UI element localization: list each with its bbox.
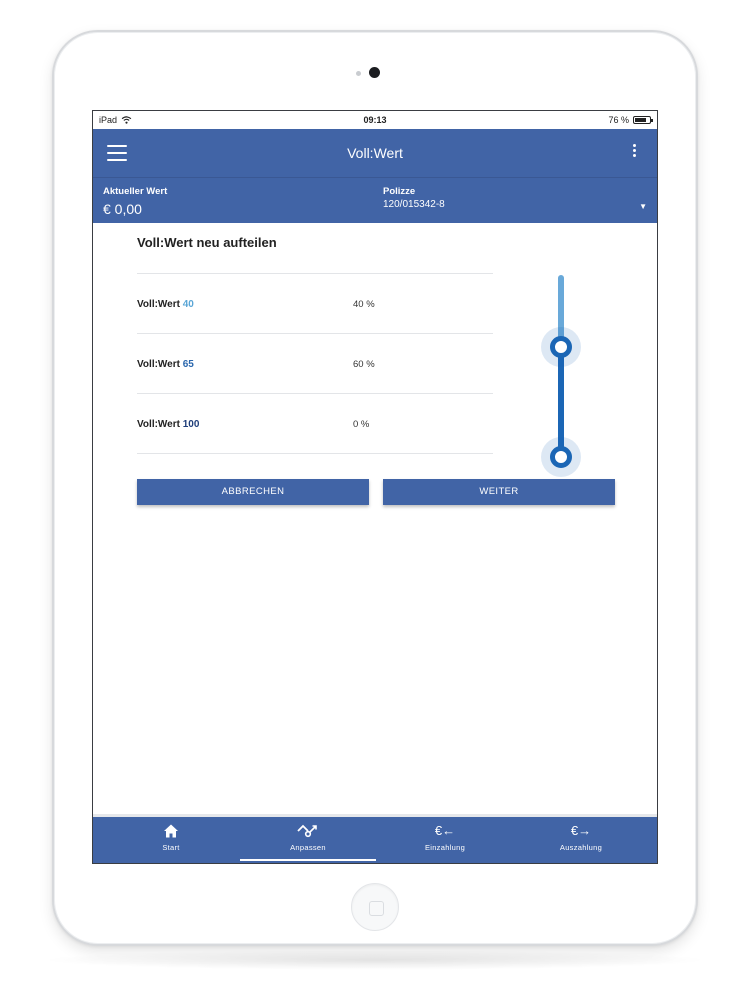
sensor-icon bbox=[356, 71, 361, 76]
nav-label: Einzahlung bbox=[424, 843, 466, 852]
euro-in-icon: €← bbox=[434, 823, 456, 838]
chevron-down-icon[interactable]: ▼ bbox=[639, 202, 647, 211]
fund-name: Voll:Wert 65 bbox=[137, 359, 194, 370]
active-tab-indicator bbox=[240, 859, 376, 861]
nav-label: Anpassen bbox=[290, 843, 326, 852]
nav-label: Start bbox=[162, 843, 180, 852]
home-icon bbox=[164, 824, 178, 838]
current-value-label: Aktueller Wert bbox=[103, 186, 168, 197]
policy-number: 120/015342-8 bbox=[383, 199, 445, 210]
fund-percent: 40 % bbox=[353, 299, 375, 310]
euro-out-icon: €→ bbox=[570, 823, 592, 838]
divider bbox=[137, 453, 493, 454]
policy-selector[interactable]: Polizze 120/015342-8 bbox=[383, 186, 445, 210]
info-bar: Aktueller Wert € 0,00 Polizze 120/015342… bbox=[93, 177, 657, 223]
current-value: € 0,00 bbox=[103, 201, 142, 217]
main-content: Voll:Wert neu aufteilen Voll:Wert 40 40 … bbox=[93, 223, 657, 811]
divider bbox=[137, 393, 493, 394]
fund-percent: 60 % bbox=[353, 359, 375, 370]
battery-percent: 76 % bbox=[608, 115, 629, 125]
battery-icon bbox=[633, 116, 653, 124]
adjust-icon bbox=[297, 824, 317, 838]
next-button[interactable]: WEITER bbox=[383, 479, 615, 505]
current-value-block: Aktueller Wert € 0,00 bbox=[103, 186, 167, 217]
camera-icon bbox=[369, 67, 380, 78]
fund-name: Voll:Wert 100 bbox=[137, 419, 200, 430]
slider-handle-lower[interactable] bbox=[541, 437, 581, 477]
screen: iPad 09:13 76 % Voll:Wert Aktueller Wert… bbox=[92, 110, 658, 864]
nav-adjust[interactable]: Anpassen bbox=[238, 823, 378, 852]
status-time: 09:13 bbox=[363, 115, 387, 125]
divider bbox=[137, 333, 493, 334]
fund-number: 100 bbox=[182, 419, 200, 430]
nav-withdrawal[interactable]: €→ Auszahlung bbox=[511, 823, 651, 852]
cancel-button[interactable]: ABBRECHEN bbox=[137, 479, 369, 505]
divider bbox=[137, 273, 493, 274]
nav-label: Auszahlung bbox=[559, 843, 603, 852]
nav-start[interactable]: Start bbox=[101, 823, 241, 852]
fund-number: 65 bbox=[182, 359, 194, 370]
more-options-icon[interactable] bbox=[633, 144, 637, 162]
fund-name: Voll:Wert 40 bbox=[137, 299, 194, 310]
fund-percent: 0 % bbox=[353, 419, 370, 430]
home-button[interactable] bbox=[351, 883, 399, 931]
page-title: Voll:Wert neu aufteilen bbox=[137, 235, 277, 250]
bottom-nav: Start Anpassen €← Einzahlung €→ Auszahlu… bbox=[93, 814, 657, 863]
device-shadow bbox=[40, 950, 710, 970]
status-bar: iPad 09:13 76 % bbox=[93, 111, 657, 129]
slider-handle-upper[interactable] bbox=[541, 327, 581, 367]
app-title: Voll:Wert bbox=[347, 145, 403, 161]
nav-deposit[interactable]: €← Einzahlung bbox=[375, 823, 515, 852]
policy-label: Polizze bbox=[383, 186, 416, 197]
app-bar: Voll:Wert bbox=[93, 129, 657, 177]
fund-number: 40 bbox=[182, 299, 194, 310]
